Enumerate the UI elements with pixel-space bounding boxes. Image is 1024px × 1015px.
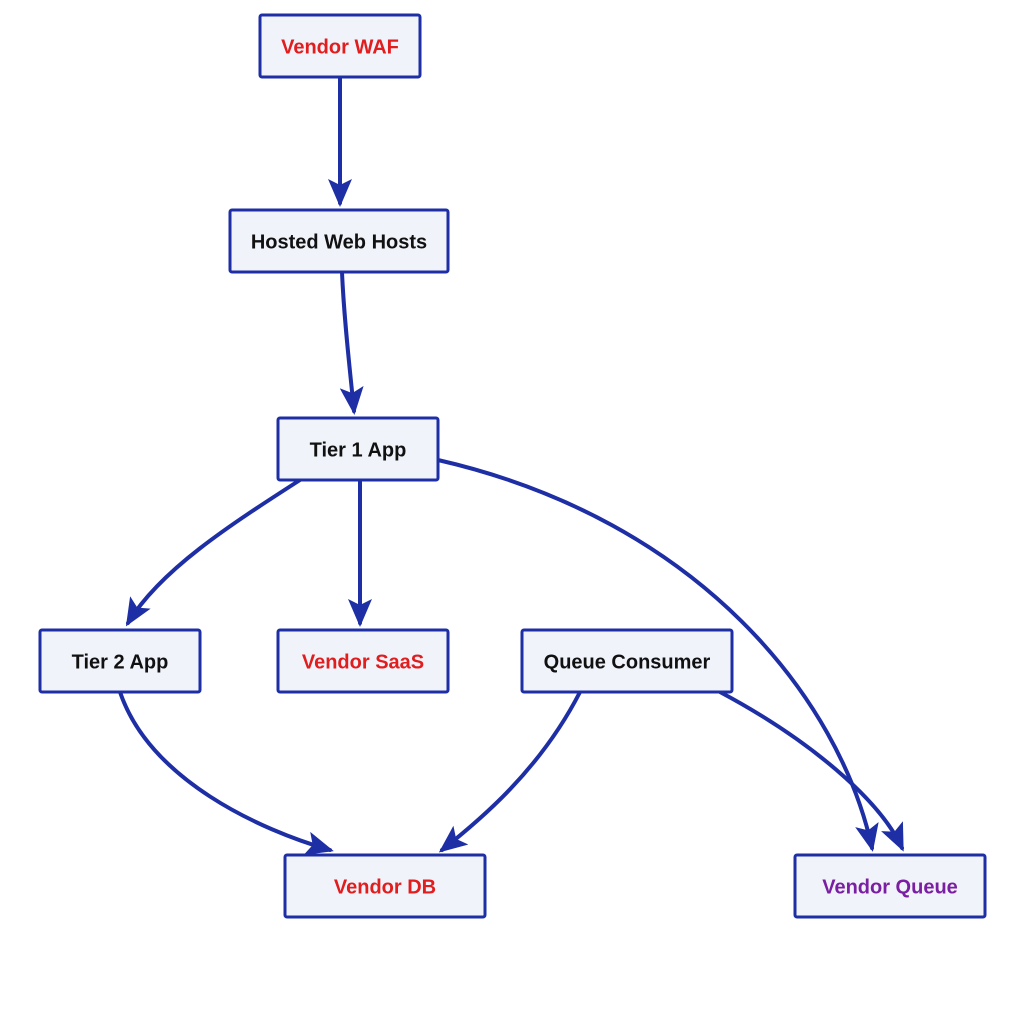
nodes-layer: Vendor WAF Hosted Web Hosts Tier 1 App T… bbox=[40, 15, 985, 917]
node-tier1-app-label: Tier 1 App bbox=[310, 439, 407, 461]
node-vendor-saas-label: Vendor SaaS bbox=[302, 651, 424, 673]
node-tier2-app: Tier 2 App bbox=[40, 630, 200, 692]
node-hosted-web-hosts-label: Hosted Web Hosts bbox=[251, 231, 427, 253]
node-vendor-db: Vendor DB bbox=[285, 855, 485, 917]
node-vendor-db-label: Vendor DB bbox=[334, 876, 436, 898]
node-vendor-queue-label: Vendor Queue bbox=[822, 876, 958, 898]
node-vendor-saas: Vendor SaaS bbox=[278, 630, 448, 692]
node-vendor-queue: Vendor Queue bbox=[795, 855, 985, 917]
edge-consumer-to-db bbox=[442, 692, 580, 850]
edge-hosted-to-tier1 bbox=[342, 272, 354, 411]
edges-layer bbox=[120, 77, 902, 850]
edge-tier1-to-tier2 bbox=[128, 480, 300, 623]
node-queue-consumer: Queue Consumer bbox=[522, 630, 732, 692]
edge-tier2-to-db bbox=[120, 692, 330, 850]
node-vendor-waf-label: Vendor WAF bbox=[281, 36, 399, 58]
edge-consumer-to-queue bbox=[720, 692, 902, 848]
node-queue-consumer-label: Queue Consumer bbox=[544, 651, 711, 673]
node-hosted-web-hosts: Hosted Web Hosts bbox=[230, 210, 448, 272]
node-tier1-app: Tier 1 App bbox=[278, 418, 438, 480]
node-tier2-app-label: Tier 2 App bbox=[72, 651, 169, 673]
node-vendor-waf: Vendor WAF bbox=[260, 15, 420, 77]
